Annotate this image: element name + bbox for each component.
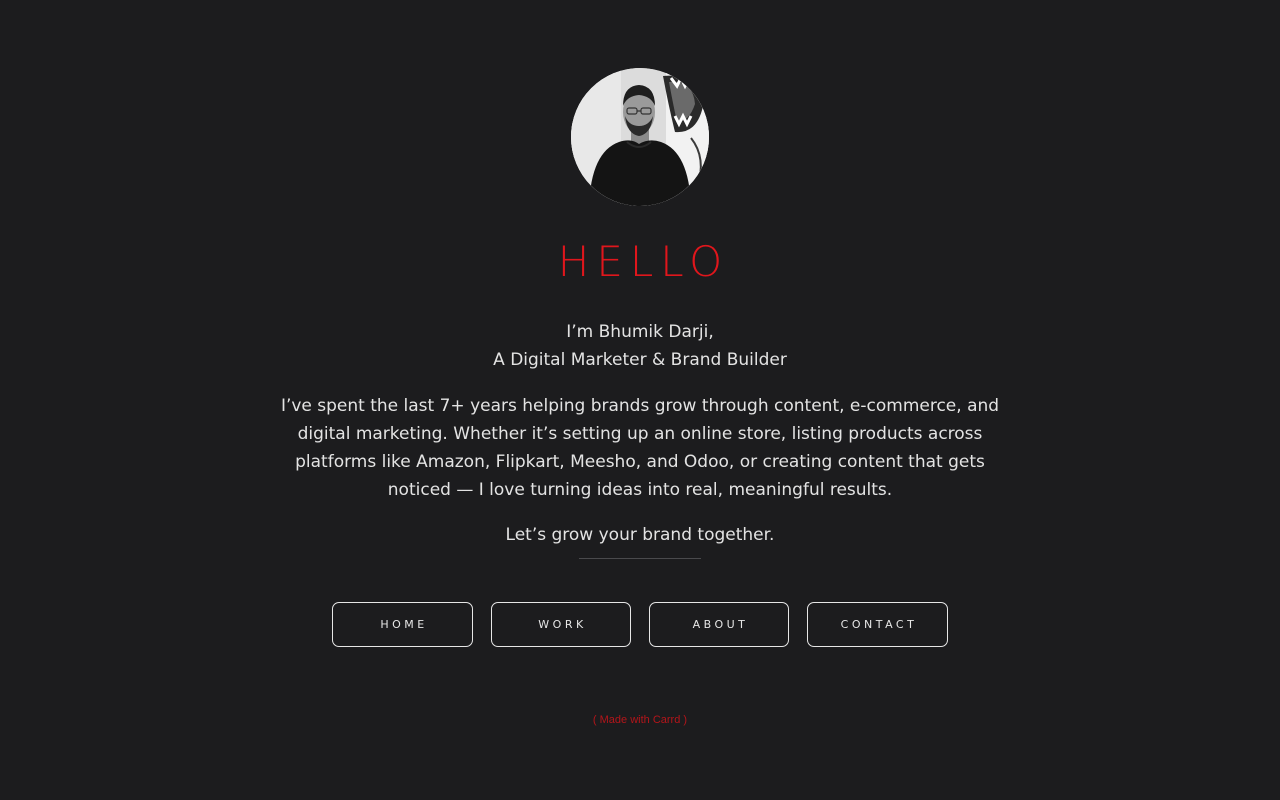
about-button[interactable]: ABOUT (649, 602, 789, 647)
divider (579, 558, 701, 559)
intro: I’m Bhumik Darji, A Digital Marketer & B… (0, 318, 1280, 374)
intro-name: I’m Bhumik Darji, (566, 322, 714, 342)
intro-role: A Digital Marketer & Brand Builder (493, 350, 787, 370)
page-title: HELLO (557, 237, 730, 286)
carrd-credit-link[interactable]: ( Made with Carrd ) (0, 712, 1280, 728)
bio-paragraph: I’ve spent the last 7+ years helping bra… (280, 396, 1000, 500)
work-button[interactable]: WORK (491, 602, 631, 647)
profile-photo (571, 68, 709, 206)
call-to-action: Let’s grow your brand together. (505, 525, 775, 545)
home-button[interactable]: HOME (332, 602, 473, 647)
avatar (571, 68, 709, 206)
nav-buttons: HOME WORK ABOUT CONTACT (332, 602, 948, 647)
contact-button[interactable]: CONTACT (807, 602, 948, 647)
page: HELLO I’m Bhumik Darji, A Digital Market… (0, 0, 1280, 800)
